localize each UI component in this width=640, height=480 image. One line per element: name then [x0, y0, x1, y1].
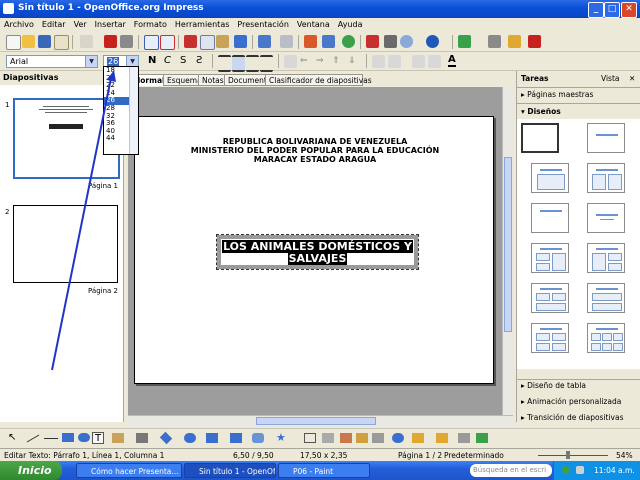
annotation-arrow — [51, 70, 116, 371]
arrow-line — [51, 77, 112, 371]
arrow-head — [107, 70, 116, 82]
